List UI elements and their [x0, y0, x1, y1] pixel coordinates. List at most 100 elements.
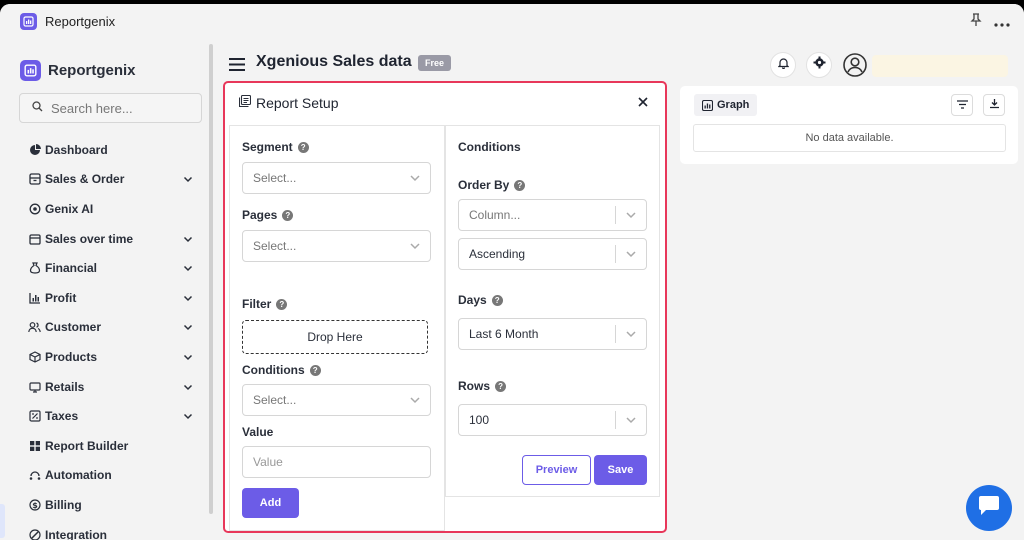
chevron-down-icon[interactable]: [182, 410, 194, 422]
chevron-down-icon[interactable]: [182, 173, 194, 185]
sidebar-item-taxes[interactable]: Taxes: [28, 401, 194, 431]
rows-select-value: 100: [469, 413, 490, 427]
chevron-down-icon: [408, 171, 422, 185]
pages-select[interactable]: Select...: [242, 230, 431, 262]
rows-select[interactable]: 100: [458, 404, 647, 436]
add-button[interactable]: Add: [242, 488, 299, 518]
sidebar-item-products[interactable]: Products: [28, 342, 194, 372]
close-icon[interactable]: [637, 95, 649, 113]
chevron-down-icon: [624, 247, 638, 261]
chat-button[interactable]: [966, 485, 1012, 531]
tab-graph[interactable]: Graph: [694, 94, 758, 116]
sidebar-item-automation[interactable]: Automation: [28, 461, 194, 491]
segment-label-text: Segment: [242, 140, 293, 154]
brand: Reportgenix: [20, 60, 136, 81]
sidebar-item-customer[interactable]: Customer: [28, 313, 194, 343]
chevron-down-icon: [624, 413, 638, 427]
left-edge-tab: [0, 504, 5, 538]
settings-button[interactable]: [806, 52, 832, 78]
dollar-icon: $: [28, 498, 41, 511]
help-icon[interactable]: ?: [514, 179, 526, 191]
notice-bar: [872, 55, 1008, 77]
help-icon[interactable]: ?: [282, 209, 294, 221]
user-avatar[interactable]: [842, 52, 868, 78]
sidebar-item-profit[interactable]: Profit: [28, 283, 194, 313]
help-icon[interactable]: ?: [309, 364, 321, 376]
sidebar-scrollbar[interactable]: [209, 44, 213, 514]
order-by-column-value: Column...: [469, 208, 521, 222]
box-icon: [28, 350, 41, 363]
help-icon[interactable]: ?: [276, 298, 288, 310]
empty-state-message: No data available.: [693, 124, 1006, 152]
conditions-select-value: Select...: [253, 393, 297, 407]
more-options-icon[interactable]: [994, 14, 1010, 32]
filter-icon: [956, 96, 968, 114]
download-button[interactable]: [983, 94, 1005, 116]
hamburger-menu-icon[interactable]: [229, 58, 245, 76]
sidebar-item-sales-order[interactable]: Sales & Order: [28, 165, 194, 195]
value-input[interactable]: [242, 446, 431, 478]
pages-select-value: Select...: [253, 239, 297, 253]
bell-icon: [777, 56, 789, 74]
sidebar-item-label: Report Builder: [45, 438, 129, 453]
chevron-down-icon[interactable]: [182, 351, 194, 363]
conditions-heading: Conditions: [458, 140, 521, 154]
sidebar-item-label: Products: [45, 349, 98, 364]
sidebar-item-dashboard[interactable]: Dashboard: [28, 135, 194, 165]
chevron-down-icon[interactable]: [182, 321, 194, 333]
filter-button[interactable]: [951, 94, 973, 116]
sidebar-item-label: Retails: [45, 379, 85, 394]
conditions-select[interactable]: Select...: [242, 384, 431, 416]
segment-select[interactable]: Select...: [242, 162, 431, 194]
chevron-down-icon[interactable]: [182, 262, 194, 274]
help-icon[interactable]: ?: [297, 141, 309, 153]
days-select[interactable]: Last 6 Month: [458, 318, 647, 350]
rows-label: Rows ?: [458, 379, 507, 393]
search-icon: [32, 99, 43, 117]
app-logo-icon: [20, 12, 37, 30]
sidebar-item-label: Sales over time: [45, 231, 134, 246]
order-direction-select[interactable]: Ascending: [458, 238, 647, 270]
order-by-label: Order By ?: [458, 178, 526, 192]
chevron-down-icon[interactable]: [182, 233, 194, 245]
filter-dropzone[interactable]: Drop Here: [242, 320, 428, 354]
page-header: Xgenious Sales data Free: [216, 38, 1024, 84]
sidebar-search[interactable]: [19, 93, 202, 123]
chat-bubble-icon: [977, 495, 1001, 522]
bar-chart-icon: [28, 291, 41, 304]
pages-label-text: Pages: [242, 208, 278, 222]
title-bar: Reportgenix: [0, 4, 1024, 38]
help-icon[interactable]: ?: [491, 294, 503, 306]
pages-label: Pages ?: [242, 208, 294, 222]
sidebar-item-integration[interactable]: Integration: [28, 520, 194, 540]
sidebar-item-billing[interactable]: $ Billing: [28, 490, 194, 520]
notifications-button[interactable]: [770, 52, 796, 78]
chevron-down-icon[interactable]: [182, 381, 194, 393]
conditions-label-text: Conditions: [242, 363, 305, 377]
sidebar-item-report-builder[interactable]: Report Builder: [28, 431, 194, 461]
help-icon[interactable]: ?: [495, 380, 507, 392]
automation-icon: [28, 469, 41, 482]
graph-card: Graph No data available.: [680, 86, 1018, 164]
panel-title: Report Setup: [256, 95, 339, 111]
preview-button[interactable]: Preview: [522, 455, 591, 485]
conditions-label: Conditions ?: [242, 363, 321, 377]
chevron-down-icon: [624, 327, 638, 341]
chevron-down-icon[interactable]: [182, 292, 194, 304]
search-input[interactable]: [51, 100, 191, 116]
report-icon: [238, 94, 252, 112]
order-by-column-select[interactable]: Column...: [458, 199, 647, 231]
days-label: Days ?: [458, 293, 503, 307]
app-window: Reportgenix Reportgenix D: [0, 4, 1024, 540]
pin-icon[interactable]: [970, 13, 982, 32]
value-label: Value: [242, 425, 274, 439]
sidebar-item-sales-over-time[interactable]: Sales over time: [28, 224, 194, 254]
sidebar-item-genix-ai[interactable]: Genix AI: [28, 194, 194, 224]
segment-select-value: Select...: [253, 171, 297, 185]
save-button[interactable]: Save: [594, 455, 647, 485]
sidebar-item-financial[interactable]: Financial: [28, 253, 194, 283]
chevron-down-icon: [408, 239, 422, 253]
sidebar-item-retails[interactable]: Retails: [28, 372, 194, 402]
select-separator: [615, 325, 616, 343]
sidebar-item-label: Billing: [45, 497, 82, 512]
